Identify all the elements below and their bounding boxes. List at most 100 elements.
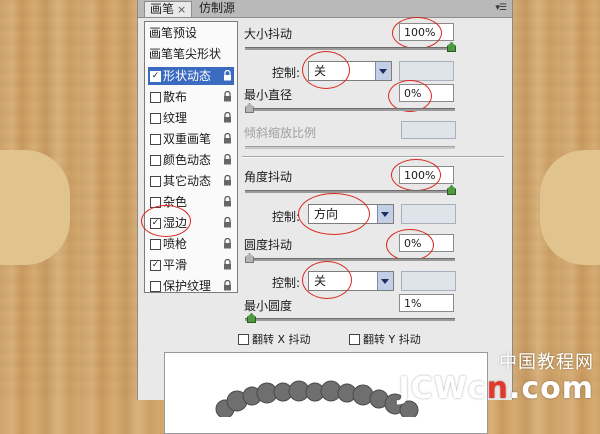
divider [242,156,504,158]
min-diameter-slider[interactable] [245,103,455,113]
tab-clone-source-label: 仿制源 [199,1,236,15]
lock-icon[interactable] [223,238,232,249]
sidebar-item-smoothing[interactable]: ✓ 平滑 [148,256,234,274]
lock-icon[interactable] [223,91,232,102]
checkbox[interactable] [150,176,161,187]
roundness-control-label: 控制: [272,276,301,290]
checkbox[interactable] [150,113,161,124]
tilt-scale-label: 倾斜缩放比例 [244,126,317,140]
slider-knob[interactable] [245,253,254,263]
close-icon[interactable]: × [177,3,186,16]
size-control-label: 控制: [272,66,301,80]
slider-knob[interactable] [447,42,456,52]
flip-y-checkbox[interactable] [349,334,360,345]
angle-jitter-label: 角度抖动 [244,170,293,184]
flip-x-label: 翻转 X 抖动 [252,333,311,346]
min-diameter-field[interactable]: 0% [399,84,454,102]
sidebar-item-color-dynamics[interactable]: 颜色动态 [148,151,234,169]
sidebar-item-brush-tip-shape[interactable]: 画笔笔尖形状 [149,46,221,63]
watermark-en-suffix: .com [508,371,594,406]
roundness-jitter-slider[interactable] [245,253,455,263]
brush-options-list: 画笔预设 画笔笔尖形状 ✓ 形状动态 散布 纹理 双重画笔 颜色动态 其它动态 … [144,21,238,293]
lock-icon[interactable] [223,196,232,207]
sidebar-item-dual-brush[interactable]: 双重画笔 [148,130,234,148]
tab-brush[interactable]: 画笔 × [144,1,193,17]
checkbox[interactable] [150,92,161,103]
slider-knob[interactable] [447,185,456,195]
min-diameter-label: 最小直径 [244,88,293,102]
sidebar-item-label: 喷枪 [163,237,188,251]
sidebar-item-label: 散布 [163,90,188,104]
roundness-jitter-label: 圆度抖动 [244,238,293,252]
sidebar-item-wet-edges[interactable]: ✓ 湿边 [148,214,234,232]
sidebar-item-scattering[interactable]: 散布 [148,88,234,106]
watermark: 中国教程网 JCWcn.com [399,348,594,404]
flip-y-label: 翻转 Y 抖动 [363,333,421,346]
min-roundness-field[interactable]: 1% [399,294,454,312]
checkbox[interactable] [150,134,161,145]
lock-icon[interactable] [223,154,232,165]
roundness-control-select[interactable]: 关 [308,271,394,291]
sidebar-item-airbrush[interactable]: 喷枪 [148,235,234,253]
sidebar-item-label: 平滑 [163,258,188,272]
size-jitter-slider[interactable] [245,42,456,52]
checkbox[interactable] [150,281,161,292]
sidebar-item-label: 纹理 [163,111,188,125]
slider-knob[interactable] [245,103,254,113]
checkbox[interactable]: ✓ [150,218,161,229]
checkbox[interactable] [150,239,161,250]
checkbox[interactable]: ✓ [150,71,161,82]
lock-icon[interactable] [223,133,232,144]
min-roundness-slider[interactable] [245,313,455,323]
angle-control-label: 控制: [272,210,301,224]
sidebar-item-other-dynamics[interactable]: 其它动态 [148,172,234,190]
tab-clone-source[interactable]: 仿制源 [194,1,240,16]
sidebar-item-texture[interactable]: 纹理 [148,109,234,127]
tilt-scale-field[interactable] [401,121,456,139]
sidebar-item-label: 保护纹理 [163,279,212,293]
angle-jitter-field[interactable]: 100% [399,166,454,184]
slider-knob[interactable] [247,313,256,323]
sidebar-item-protect-texture[interactable]: 保护纹理 [148,277,234,295]
sidebar-item-label: 杂色 [163,195,188,209]
chevron-down-icon[interactable] [377,205,393,223]
lock-icon[interactable] [223,70,232,81]
watermark-en-prefix: JCWc [398,371,487,406]
angle-control-value: 方向 [314,207,339,221]
chevron-down-icon[interactable] [377,272,393,290]
roundness-jitter-field[interactable]: 0% [399,234,454,252]
settings-area: 大小抖动 100% 控制: 关 最小直径 0% 倾斜缩放比例 角度抖动 100%… [238,0,508,400]
checkbox[interactable] [150,197,161,208]
watermark-en-red: n [486,371,509,406]
sidebar-item-label: 湿边 [163,216,188,230]
lock-icon[interactable] [223,112,232,123]
size-control-field[interactable] [399,61,454,81]
sidebar-item-brush-presets[interactable]: 画笔预设 [149,25,197,42]
brush-panel: 画笔 × 仿制源 ▾☰ 画笔预设 画笔笔尖形状 ✓ 形状动态 散布 纹理 双重画笔 [137,0,513,434]
sidebar-item-label: 形状动态 [163,69,212,83]
lock-icon[interactable] [223,280,232,291]
lock-icon[interactable] [223,175,232,186]
angle-control-select[interactable]: 方向 [308,204,394,224]
size-control-select[interactable]: 关 [308,61,392,81]
checkbox[interactable] [150,155,161,166]
angle-jitter-slider[interactable] [245,185,456,195]
flip-x-checkbox[interactable] [238,334,249,345]
min-roundness-label: 最小圆度 [244,299,293,313]
angle-control-field[interactable] [401,204,456,224]
roundness-control-field[interactable] [401,271,456,291]
lock-icon[interactable] [223,259,232,270]
background-shape-right [540,150,600,265]
sidebar-item-noise[interactable]: 杂色 [148,193,234,211]
lock-icon[interactable] [223,217,232,228]
sidebar-item-label: 其它动态 [163,174,212,188]
sidebar-item-label: 双重画笔 [163,132,212,146]
chevron-down-icon[interactable] [375,62,391,80]
sidebar-item-shape-dynamics[interactable]: ✓ 形状动态 [148,67,234,85]
background-shape-left [0,150,70,265]
checkbox[interactable]: ✓ [150,260,161,271]
tab-brush-label: 画笔 [150,2,175,16]
roundness-control-value: 关 [314,274,327,288]
sidebar-item-label: 颜色动态 [163,153,212,167]
size-jitter-field[interactable]: 100% [399,23,454,41]
